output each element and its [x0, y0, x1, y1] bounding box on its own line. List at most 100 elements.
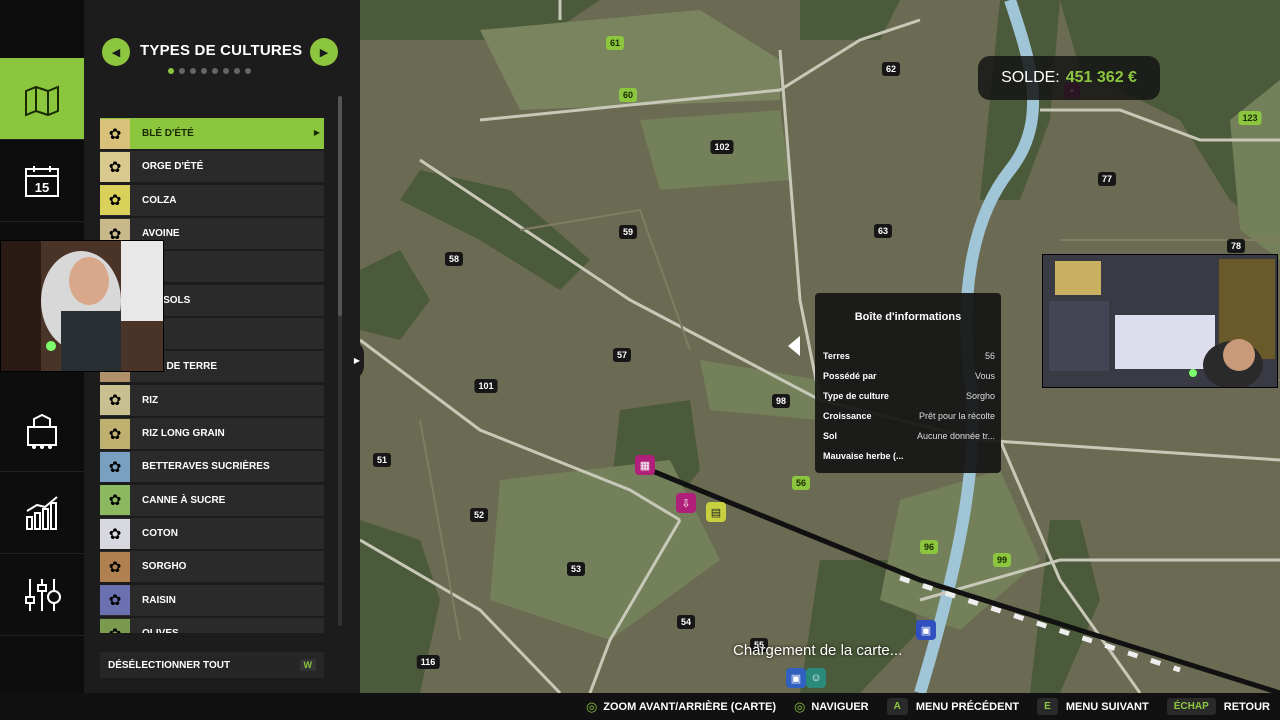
field-number-label[interactable]: 54 [676, 615, 696, 629]
info-row: Sol Aucune donnée tr... [823, 431, 995, 441]
page-indicator [168, 68, 251, 74]
statistics-menu-button[interactable] [0, 472, 84, 554]
scrollbar-thumb[interactable] [338, 96, 342, 316]
scrollbar[interactable] [338, 96, 342, 626]
train-station-icon[interactable]: ▣ [916, 620, 936, 640]
chevron-right-icon: ▶ [313, 128, 320, 137]
crop-label: OLIVES [142, 628, 179, 633]
production-menu-button[interactable] [0, 390, 84, 472]
key-badge: A [886, 698, 908, 715]
field-number-label[interactable]: 99 [992, 553, 1012, 567]
deselect-all-button[interactable]: DÉSÉLECTIONNER TOUT W [100, 652, 324, 678]
crop-label: RIZ LONG GRAIN [142, 428, 225, 440]
control-hint[interactable]: ÉCHAP RETOUR [1166, 698, 1270, 715]
animal-icon[interactable]: ☺ [806, 668, 826, 688]
canola-icon: ✿ [100, 185, 130, 216]
cotton-icon: ✿ [100, 518, 130, 549]
webcam-overlay-left [0, 240, 164, 372]
field-number-label[interactable]: 78 [1226, 239, 1246, 253]
factory-icon[interactable]: ▦ [635, 455, 655, 475]
field-number-label[interactable]: 102 [710, 140, 734, 154]
info-row-key: Croissance [823, 411, 872, 421]
controls-hint-bar: ◎ ZOOM AVANT/ARRIÈRE (CARTE) ◎ NAVIGUER A MEN… [0, 693, 1280, 720]
olive-icon: ✿ [100, 618, 130, 633]
settings-menu-button[interactable] [0, 554, 84, 636]
game-screen: 61 60 62 102 77 123 78 59 63 58 57 101 98 51 56 52 96 99 5… [0, 0, 1280, 720]
crop-label: RAISIN [142, 594, 176, 606]
crop-item[interactable]: ✿ ORGE D'ÉTÉ [100, 151, 324, 183]
field-number-label[interactable]: 77 [1097, 172, 1117, 186]
field-number-label[interactable]: 96 [919, 540, 939, 554]
field-number-label[interactable]: 51 [372, 453, 392, 467]
statistics-icon [26, 495, 58, 530]
crop-item[interactable]: ✿ OLIVES [100, 618, 324, 633]
info-row-key: Type de culture [823, 391, 889, 401]
crop-item[interactable]: ✿ RAISIN [100, 584, 324, 616]
field-number-label[interactable]: 63 [873, 224, 893, 238]
info-row-value: Prêt pour la récolte [918, 411, 995, 421]
crop-label: AVOINE [142, 228, 180, 240]
field-number-label[interactable]: 57 [612, 348, 632, 362]
field-number-label[interactable]: 123 [1238, 111, 1262, 125]
sugar-beet-icon: ✿ [100, 451, 130, 482]
barley-icon: ✿ [100, 151, 130, 182]
control-hint[interactable]: ◎ ZOOM AVANT/ARRIÈRE (CARTE) [586, 699, 776, 715]
page-dot [223, 68, 229, 74]
field-number-label[interactable]: 61 [605, 36, 625, 50]
crop-item[interactable]: ✿ SORGHO [100, 551, 324, 583]
crop-label: SORGHO [142, 561, 187, 573]
panel-title: TYPES DE CULTURES [140, 42, 303, 59]
info-box: Boîte d'informations Terres 56 Possédé p… [815, 293, 1001, 473]
crop-item[interactable]: ✿ RIZ LONG GRAIN [100, 418, 324, 450]
crop-item[interactable]: ✿ BLÉ D'ÉTÉ ▶ [100, 118, 324, 149]
info-box-title: Boîte d'informations [854, 311, 962, 323]
field-number-label[interactable]: 116 [416, 655, 440, 669]
crop-label: COLZA [142, 194, 177, 206]
info-row: Possédé par Vous [823, 371, 995, 381]
field-number-label[interactable]: 58 [444, 252, 464, 266]
crop-item[interactable]: ✿ CANNE À SUCRE [100, 484, 324, 516]
info-row-value: Vous [974, 371, 995, 381]
sell-point-icon[interactable]: ⇩ [676, 493, 696, 513]
crop-item[interactable]: ✿ RIZ [100, 384, 324, 416]
field-number-label[interactable]: 56 [791, 476, 811, 490]
field-number-label[interactable]: 62 [881, 62, 901, 76]
map-menu-button[interactable] [0, 58, 84, 140]
field-number-label[interactable]: 53 [566, 562, 586, 576]
stick-icon: ◎ [794, 698, 806, 714]
field-number-label[interactable]: 101 [474, 379, 498, 393]
crop-label: COTON [142, 528, 178, 540]
control-hint[interactable]: A MENU PRÉCÉDENT [886, 698, 1019, 715]
control-hint[interactable]: ◎ NAVIGUER [794, 699, 869, 715]
crop-item[interactable]: ✿ BETTERAVES SUCRIÈRES [100, 451, 324, 483]
previous-page-button[interactable]: ◀ [102, 38, 130, 66]
field-number-label[interactable]: 59 [618, 225, 638, 239]
balance-label: SOLDE: [1001, 69, 1060, 86]
field-number-label[interactable]: 60 [618, 88, 638, 102]
control-hint[interactable]: E MENU SUIVANT [1037, 698, 1149, 715]
crop-label: BETTERAVES SUCRIÈRES [142, 461, 270, 473]
info-row-value: Aucune donnée tr... [916, 431, 995, 441]
field-number-label[interactable]: 52 [469, 508, 489, 522]
crop-label: CANNE À SUCRE [142, 494, 226, 506]
balance-display: SOLDE: 451 362 € [978, 56, 1160, 100]
control-hint-label: RETOUR [1223, 700, 1270, 713]
next-page-button[interactable]: ▶ [310, 38, 338, 66]
page-dot [234, 68, 240, 74]
crop-item[interactable]: ✿ COLZA [100, 184, 324, 216]
page-dot [201, 68, 207, 74]
production-point-icon[interactable]: ▤ [706, 502, 726, 522]
crop-list: ✿BLÉ D'ÉTÉ▶✿ORGE D'ÉTÉ✿COLZA✿AVOINE✿✿RNE… [100, 118, 324, 633]
field-number-label[interactable]: 98 [771, 394, 791, 408]
wheat-icon: ✿ [100, 118, 130, 149]
chevron-right-icon: ▶ [319, 46, 329, 59]
crop-item[interactable]: ✿ COTON [100, 518, 324, 550]
chevron-right-icon: ▶ [353, 355, 361, 365]
vehicle-icon[interactable]: ▣ [786, 668, 806, 688]
sugarcane-icon: ✿ [100, 485, 130, 516]
rice-icon: ✿ [100, 385, 130, 416]
calendar-menu-button[interactable]: 15 [0, 140, 84, 222]
webcam-overlay-right [1042, 254, 1278, 388]
calendar-icon: 15 [25, 165, 59, 197]
webcam-image [1, 241, 163, 371]
